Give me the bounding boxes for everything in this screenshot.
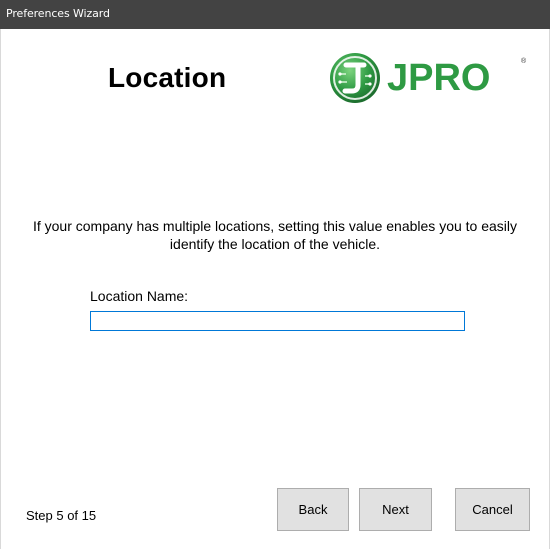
next-button[interactable]: Next bbox=[359, 488, 432, 531]
location-name-input[interactable] bbox=[90, 311, 465, 331]
step-indicator: Step 5 of 15 bbox=[26, 508, 97, 523]
jpro-circuit-logo-icon bbox=[330, 53, 380, 103]
logo-text: JPRO bbox=[387, 57, 491, 99]
back-button[interactable]: Back bbox=[277, 488, 349, 531]
window-title: Preferences Wizard bbox=[6, 7, 110, 20]
preferences-wizard-window: Preferences Wizard Location JPRO ® If yo… bbox=[0, 0, 550, 549]
jpro-logo: JPRO ® bbox=[329, 52, 539, 104]
description-text: If your company has multiple locations, … bbox=[32, 218, 518, 252]
title-bar[interactable]: Preferences Wizard bbox=[0, 0, 550, 29]
location-name-label: Location Name: bbox=[90, 288, 189, 304]
cancel-button[interactable]: Cancel bbox=[455, 488, 530, 531]
wizard-content bbox=[0, 29, 550, 549]
page-title: Location bbox=[108, 62, 227, 93]
registered-mark: ® bbox=[521, 58, 527, 65]
